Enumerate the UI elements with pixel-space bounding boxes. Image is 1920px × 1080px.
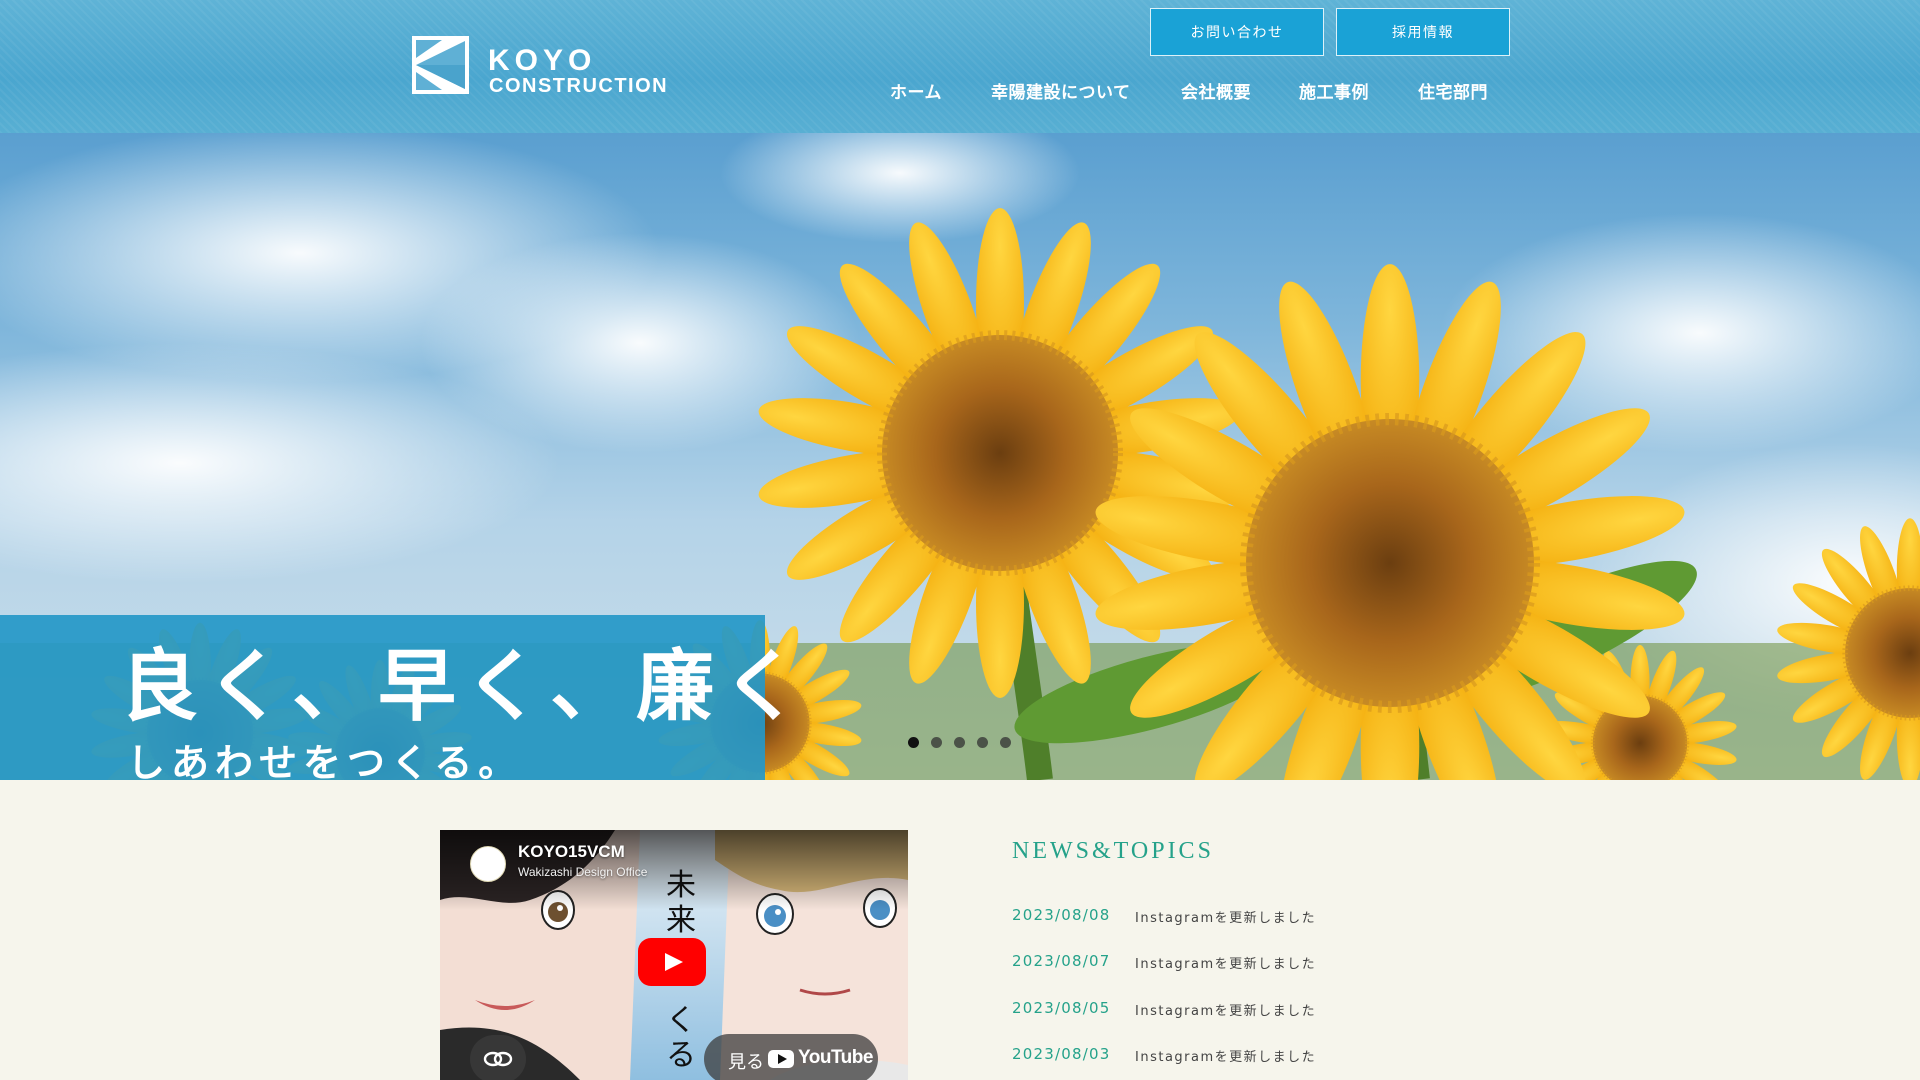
site-header: KOYO CONSTRUCTION お問い合わせ 採用情報 ホーム 幸陽建設につ… (0, 0, 1920, 133)
news-text[interactable]: Instagramを更新しました (1135, 1000, 1316, 1019)
catchcopy-sub: しあわせをつくる。 (127, 741, 523, 780)
video-title[interactable]: KOYO15VCM (518, 842, 625, 862)
news-heading: NEWS&TOPICS (1012, 838, 1214, 864)
catchcopy-box: 良く、早く、廉く しあわせをつくる。 (0, 615, 800, 780)
news-date: 2023/08/08 (1012, 906, 1111, 924)
slider-dot-3[interactable] (954, 737, 965, 748)
nav-item-home[interactable]: ホーム (890, 78, 942, 103)
channel-avatar[interactable] (470, 846, 506, 882)
news-text[interactable]: Instagramを更新しました (1135, 907, 1316, 926)
news-text[interactable]: Instagramを更新しました (1135, 953, 1316, 972)
slider-dot-5[interactable] (1000, 737, 1011, 748)
catchcopy-main: 良く、早く、廉く (120, 642, 809, 732)
contact-button[interactable]: お問い合わせ (1150, 8, 1324, 56)
nav-item-works[interactable]: 施工事例 (1299, 78, 1369, 103)
slider-dot-2[interactable] (931, 737, 942, 748)
slider-dot-4[interactable] (977, 737, 988, 748)
logo-text-koyo: KOYO (488, 44, 597, 77)
news-item[interactable]: 2023/08/07 Instagramを更新しました (1012, 952, 1432, 976)
news-date: 2023/08/07 (1012, 952, 1111, 970)
watch-label: 見る (728, 1052, 764, 1073)
news-item[interactable]: 2023/08/03 Instagramを更新しました (1012, 1045, 1432, 1069)
hero-slider[interactable]: 良く、早く、廉く しあわせをつくる。 (0, 133, 1920, 780)
news-item[interactable]: 2023/08/05 Instagramを更新しました (1012, 999, 1432, 1023)
link-chain-icon (483, 1051, 513, 1067)
svg-text:る: る (666, 1038, 696, 1073)
news-text[interactable]: Instagramを更新しました (1135, 1046, 1316, 1065)
link-icon[interactable] (470, 1035, 526, 1080)
youtube-wordmark: YouTube (798, 1047, 873, 1068)
svg-text:く: く (666, 1003, 696, 1038)
youtube-icon (768, 1050, 794, 1068)
video-channel: Wakizashi Design Office (518, 865, 648, 879)
news-item[interactable]: 2023/08/08 Instagramを更新しました (1012, 906, 1432, 930)
news-date: 2023/08/05 (1012, 999, 1111, 1017)
recruit-button[interactable]: 採用情報 (1336, 8, 1510, 56)
watch-on-youtube-button[interactable]: 見る YouTube (704, 1034, 878, 1080)
news-date: 2023/08/03 (1012, 1045, 1111, 1063)
nav-item-company[interactable]: 会社概要 (1181, 78, 1251, 103)
slider-dot-1[interactable] (908, 737, 919, 748)
main-nav: ホーム 幸陽建設について 会社概要 施工事例 住宅部門 (0, 78, 1920, 106)
youtube-embed[interactable]: 未 来 く る KOYO15VCM Wakizashi Design Offic… (440, 830, 908, 1080)
play-icon[interactable] (638, 938, 706, 986)
nav-item-about[interactable]: 幸陽建設について (991, 78, 1131, 103)
nav-item-housing[interactable]: 住宅部門 (1418, 78, 1488, 103)
